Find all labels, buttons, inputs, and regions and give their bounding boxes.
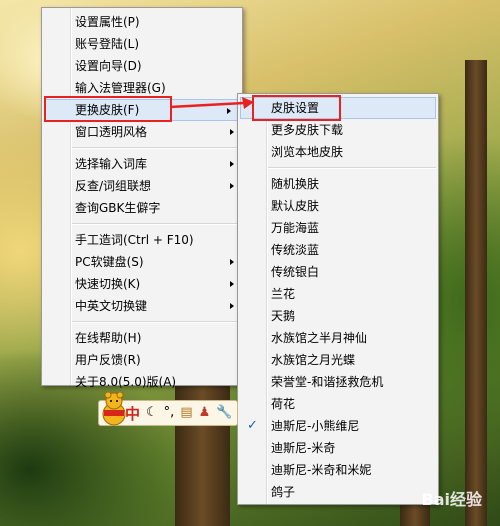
menu-separator <box>72 321 240 323</box>
menu-item-gbk-lookup[interactable]: 查询GBK生僻字 <box>42 197 242 219</box>
submenu-item-skin[interactable]: 传统淡蓝 <box>238 239 438 261</box>
submenu-item-skin[interactable]: 迪斯尼-米奇 <box>238 437 438 459</box>
menu-item-feedback[interactable]: 用户反馈(R) <box>42 349 242 371</box>
menu-item-reverse-lookup[interactable]: 反查/词组联想 <box>42 175 242 197</box>
submenu-arrow-icon <box>230 303 234 309</box>
menu-item-online-help[interactable]: 在线帮助(H) <box>42 327 242 349</box>
menu-item-quick-switch[interactable]: 快速切换(K) <box>42 273 242 295</box>
submenu-item-skin[interactable]: 天鹅 <box>238 305 438 327</box>
annotation-box-skin-settings <box>252 95 341 121</box>
menu-item-transparency[interactable]: 窗口透明风格 <box>42 121 242 143</box>
watermark: Bai经验 <box>421 490 482 509</box>
menu-separator <box>72 223 240 225</box>
menu-item-wizard[interactable]: 设置向导(D) <box>42 55 242 77</box>
wrench-icon[interactable]: 🔧 <box>216 400 232 426</box>
tree-trunk <box>465 60 487 526</box>
submenu-item-skin[interactable]: 迪斯尼-米奇和米妮 <box>238 459 438 481</box>
annotation-box-change-skin <box>44 96 172 122</box>
submenu-item-random-skin[interactable]: 随机换肤 <box>238 173 438 195</box>
submenu-item-skin[interactable]: 传统银白 <box>238 261 438 283</box>
menu-separator <box>268 167 436 169</box>
submenu-item-skin[interactable]: 荣誉堂-和谐拯救危机 <box>238 371 438 393</box>
submenu-arrow-icon <box>230 183 234 189</box>
submenu-arrow-icon <box>230 259 234 265</box>
menu-item-settings[interactable]: 设置属性(P) <box>42 11 242 33</box>
checkmark-icon: ✓ <box>247 418 258 433</box>
submenu-item-skin[interactable]: 水族馆之月光蝶 <box>238 349 438 371</box>
skin-submenu: 皮肤设置 更多皮肤下载 浏览本地皮肤 随机换肤 默认皮肤 万能海蓝 传统淡蓝 传… <box>237 93 439 505</box>
menu-item-about[interactable]: 关于8.0(5.0)版(A) <box>42 371 242 393</box>
submenu-arrow-icon <box>230 281 234 287</box>
submenu-item-skin[interactable]: 万能海蓝 <box>238 217 438 239</box>
submenu-item-skin[interactable]: 荷花 <box>238 393 438 415</box>
submenu-item-skin[interactable]: 水族馆之半月神仙 <box>238 327 438 349</box>
submenu-item-local-skins[interactable]: 浏览本地皮肤 <box>238 141 438 163</box>
submenu-item-skin[interactable]: 默认皮肤 <box>238 195 438 217</box>
context-menu: 设置属性(P) 账号登陆(L) 设置向导(D) 输入法管理器(G) 更换皮肤(F… <box>41 7 243 389</box>
submenu-item-skin[interactable]: 兰花 <box>238 283 438 305</box>
keyboard-icon[interactable]: ▤ <box>180 400 192 426</box>
moon-icon[interactable]: ☾ <box>146 400 158 426</box>
menu-item-manual-word[interactable]: 手工造词(Ctrl + F10) <box>42 229 242 251</box>
annotation-arrow-icon <box>169 97 254 109</box>
submenu-arrow-icon <box>230 161 234 167</box>
menu-item-login[interactable]: 账号登陆(L) <box>42 33 242 55</box>
menu-item-soft-keyboard[interactable]: PC软键盘(S) <box>42 251 242 273</box>
menu-item-dictionary[interactable]: 选择输入词库 <box>42 153 242 175</box>
submenu-item-skin[interactable]: 鸽子 <box>238 481 438 503</box>
punctuation-icon[interactable]: °, <box>164 400 175 426</box>
menu-separator <box>72 147 240 149</box>
submenu-item-skin-checked[interactable]: ✓ 迪斯尼-小熊维尼 <box>238 415 438 437</box>
submenu-item-more-skins[interactable]: 更多皮肤下载 <box>238 119 438 141</box>
pooh-mascot-icon <box>102 392 126 426</box>
submenu-arrow-icon <box>230 129 234 135</box>
menu-item-cn-en-key[interactable]: 中英文切换键 <box>42 295 242 317</box>
user-icon[interactable]: ♟ <box>199 400 211 426</box>
